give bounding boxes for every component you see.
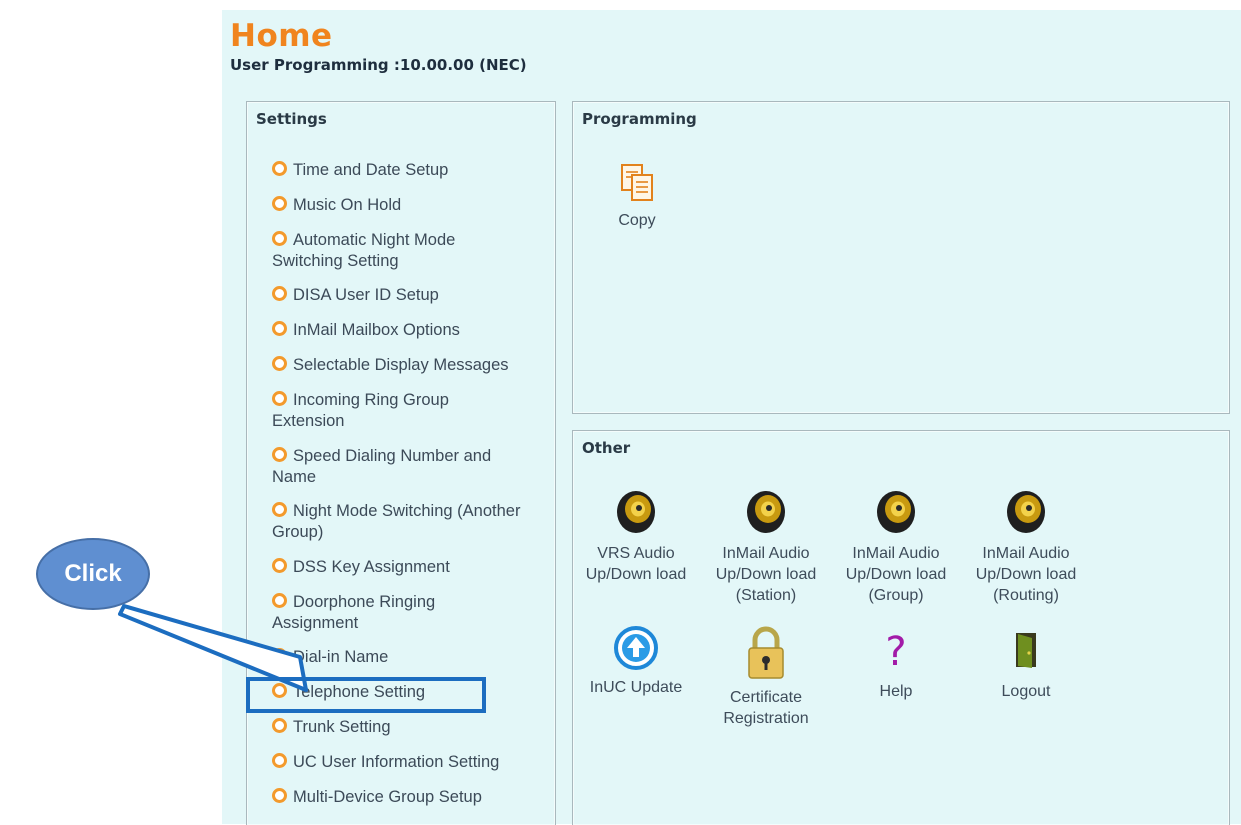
callout-pointer [118,604,308,692]
telephone-setting-highlight [246,677,486,713]
click-callout-label: Click [64,560,122,587]
click-callout: Click [36,538,150,610]
